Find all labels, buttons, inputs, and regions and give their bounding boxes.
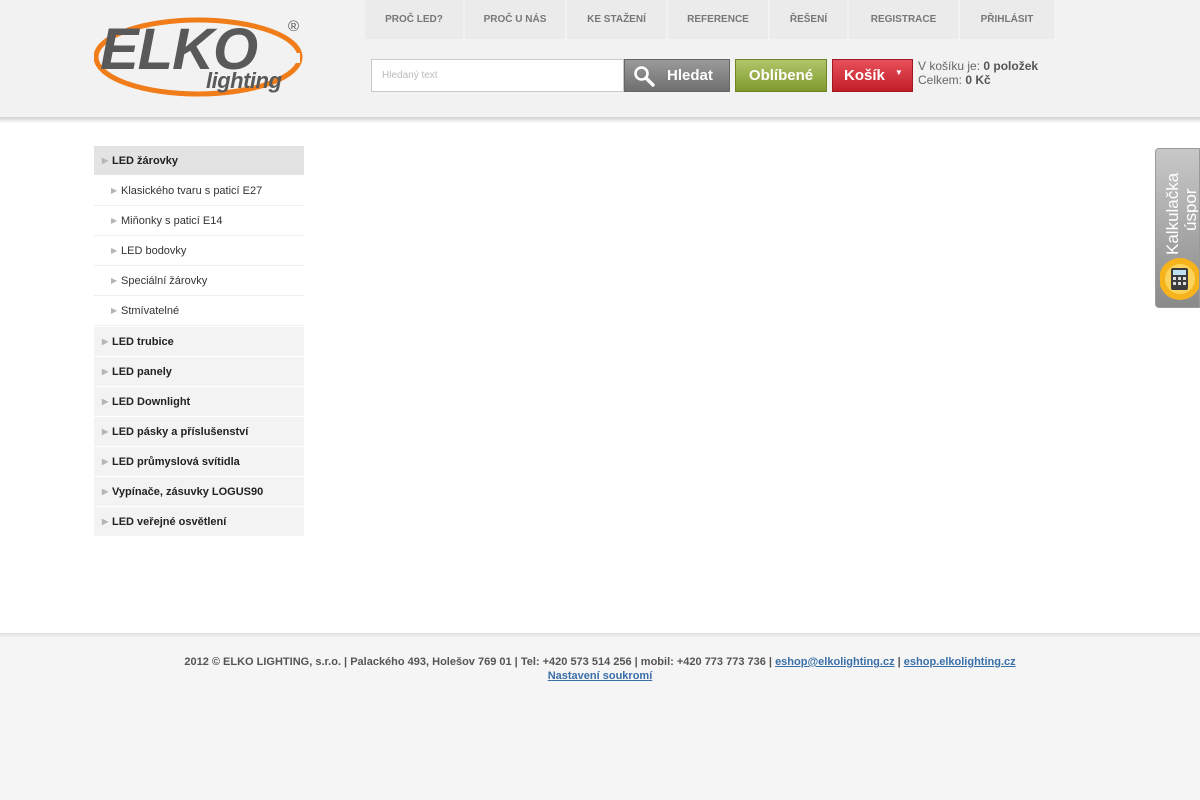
calculator-icon	[1159, 255, 1199, 303]
logo-sub-text: lighting	[206, 68, 282, 93]
caret-right-icon: ▶	[102, 457, 109, 466]
category-label: LED pásky a příslušenství	[112, 425, 249, 438]
subcategory-e14[interactable]: ▶ Miňonky s paticí E14	[94, 206, 304, 236]
footer-text-block: 2012 © ELKO LIGHTING, s.r.o. | Palackého…	[0, 655, 1200, 683]
favorites-button[interactable]: Oblíbené	[735, 59, 827, 92]
cart-summary: V košíku je: 0 položek Celkem: 0 Kč	[918, 59, 1038, 87]
nav-prihlasit[interactable]: PŘIHLÁSIT	[960, 0, 1054, 39]
savings-calculator-tab[interactable]: Kalkulačka úspor	[1155, 148, 1200, 308]
caret-right-icon: ▶	[102, 487, 109, 496]
category-vypinace-logus90[interactable]: ▶ Vypínače, zásuvky LOGUS90	[94, 477, 304, 507]
category-label: LED Downlight	[112, 395, 191, 408]
caret-right-icon: ▶	[102, 367, 109, 376]
nav-reseni[interactable]: ŘEŠENÍ	[770, 0, 847, 39]
category-led-prumyslova[interactable]: ▶ LED průmyslová svítidla	[94, 447, 304, 477]
search-button-label: Hledat	[667, 67, 713, 84]
subcategory-bodovky[interactable]: ▶ LED bodovky	[94, 236, 304, 266]
caret-right-icon: ▶	[102, 397, 109, 406]
top-navigation: PROČ LED? PROČ U NÁS KE STAŽENÍ REFERENC…	[365, 0, 1056, 39]
caret-down-icon: ▼	[894, 68, 903, 77]
category-led-zarovky[interactable]: ▶ LED žárovky	[94, 146, 304, 176]
subcategory-specialni[interactable]: ▶ Speciální žárovky	[94, 266, 304, 296]
category-led-trubice[interactable]: ▶ LED trubice	[94, 327, 304, 357]
magnifier-icon	[634, 65, 655, 87]
category-label: LED žárovky	[112, 154, 179, 167]
calc-tab-line2: úspor	[1181, 188, 1198, 231]
cart-button[interactable]: Košík ▼	[832, 59, 913, 92]
subcategory-label: Stmívatelné	[121, 304, 180, 317]
footer-site-link[interactable]: eshop.elkolighting.cz	[904, 656, 1016, 668]
cart-total-value: 0 Kč	[965, 73, 991, 87]
caret-right-icon: ▶	[111, 186, 118, 195]
cart-count-value: 0 položek	[983, 59, 1039, 73]
footer-contact-text: 2012 © ELKO LIGHTING, s.r.o. | Palackého…	[184, 656, 772, 668]
nav-registrace[interactable]: REGISTRACE	[849, 0, 958, 39]
subcategory-label: Miňonky s paticí E14	[121, 214, 223, 227]
caret-right-icon: ▶	[102, 156, 109, 165]
subcategory-label: LED bodovky	[121, 244, 187, 257]
category-label: LED trubice	[112, 335, 174, 348]
caret-right-icon: ▶	[102, 337, 109, 346]
nav-ke-stazeni[interactable]: KE STAŽENÍ	[567, 0, 666, 39]
subcategory-label: Speciální žárovky	[121, 274, 208, 287]
search-button[interactable]: Hledat	[624, 59, 730, 92]
caret-right-icon: ▶	[111, 306, 118, 315]
caret-right-icon: ▶	[111, 276, 118, 285]
cart-button-label: Košík	[844, 67, 885, 84]
nav-proc-u-nas[interactable]: PROČ U NÁS	[465, 0, 565, 39]
footer-email-link[interactable]: eshop@elkolighting.cz	[775, 656, 895, 668]
nav-proc-led[interactable]: PROČ LED?	[365, 0, 463, 39]
subcategory-e27[interactable]: ▶ Klasického tvaru s paticí E27	[94, 176, 304, 206]
caret-right-icon: ▶	[102, 517, 109, 526]
subcategory-list: ▶ Klasického tvaru s paticí E27 ▶ Miňonk…	[94, 176, 304, 326]
category-led-panely[interactable]: ▶ LED panely	[94, 357, 304, 387]
caret-right-icon: ▶	[111, 246, 118, 255]
logo-registered-mark: ®	[288, 18, 300, 35]
subcategory-label: Klasického tvaru s paticí E27	[121, 184, 263, 197]
nav-reference[interactable]: REFERENCE	[668, 0, 768, 39]
favorites-button-label: Oblíbené	[748, 67, 814, 84]
cart-total-prefix: Celkem:	[918, 73, 963, 87]
header-shadow	[0, 117, 1200, 123]
footer-privacy-link[interactable]: Nastavení soukromí	[548, 670, 653, 682]
footer-separator: |	[897, 656, 901, 668]
category-label: LED průmyslová svítidla	[112, 455, 240, 468]
category-led-verejne[interactable]: ▶ LED veřejné osvětlení	[94, 507, 304, 537]
caret-right-icon: ▶	[102, 427, 109, 436]
search-input[interactable]	[371, 59, 624, 92]
category-sidebar: ▶ LED žárovky ▶ Klasického tvaru s patic…	[94, 146, 304, 537]
category-label: LED veřejné osvětlení	[112, 515, 227, 528]
category-label: Vypínače, zásuvky LOGUS90	[112, 485, 264, 498]
calc-tab-text: Kalkulačka úspor	[1162, 155, 1198, 255]
calc-tab-line1: Kalkulačka	[1163, 172, 1182, 255]
elko-logo[interactable]: ELKO lighting ®	[94, 17, 304, 97]
category-led-pasky[interactable]: ▶ LED pásky a příslušenství	[94, 417, 304, 447]
subcategory-stmivatelne[interactable]: ▶ Stmívatelné	[94, 296, 304, 326]
category-label: LED panely	[112, 365, 172, 378]
category-led-downlight[interactable]: ▶ LED Downlight	[94, 387, 304, 417]
cart-count-prefix: V košíku je:	[918, 59, 981, 73]
caret-right-icon: ▶	[111, 216, 118, 225]
